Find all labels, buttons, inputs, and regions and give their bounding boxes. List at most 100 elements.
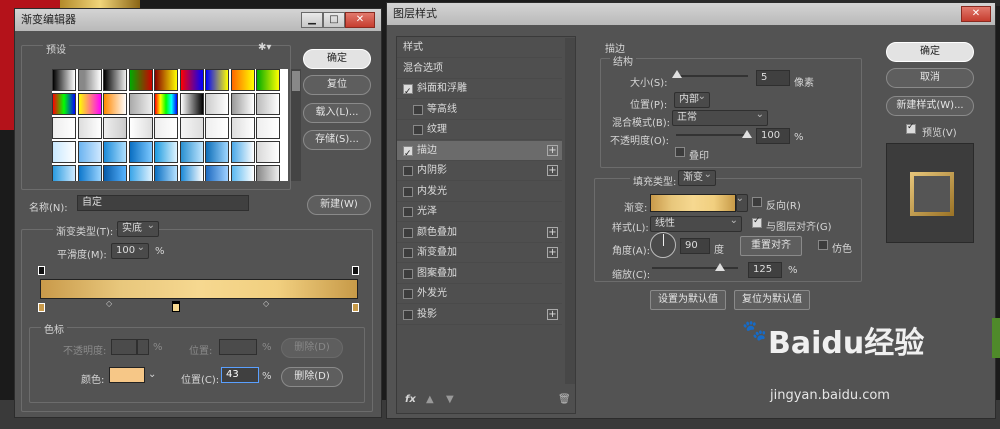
style-select[interactable]: 线性: [650, 214, 742, 232]
preset-swatch[interactable]: [103, 69, 127, 91]
angle-dial[interactable]: [650, 232, 676, 258]
preset-swatch[interactable]: [128, 93, 153, 115]
preset-swatch[interactable]: [230, 165, 255, 181]
preset-swatch[interactable]: [154, 165, 178, 181]
name-field[interactable]: 自定: [77, 195, 249, 211]
color-stop-right[interactable]: [352, 303, 359, 312]
new-button[interactable]: 新建(W): [307, 195, 371, 215]
preset-swatch[interactable]: [77, 69, 102, 91]
scroll-thumb[interactable]: [292, 71, 300, 91]
preset-swatch[interactable]: [77, 93, 102, 115]
preview-checkbox[interactable]: [906, 122, 916, 134]
preset-swatch[interactable]: [230, 93, 255, 115]
opacity-slider[interactable]: [676, 134, 748, 136]
preset-swatch[interactable]: [205, 69, 229, 91]
opacity-stop-right[interactable]: [352, 266, 359, 275]
style-checkbox[interactable]: [403, 248, 413, 258]
reset-align-button[interactable]: 重置对齐: [740, 236, 802, 256]
scale-slider-thumb[interactable]: [715, 263, 725, 271]
color-stop-left[interactable]: [38, 303, 45, 312]
ok-button[interactable]: 确定: [886, 42, 974, 62]
style-checkbox[interactable]: [403, 309, 413, 320]
style-checkbox[interactable]: [403, 186, 413, 197]
preset-swatch[interactable]: [256, 117, 280, 139]
blend-mode-select[interactable]: 正常: [672, 108, 768, 126]
trash-icon[interactable]: 🗑: [558, 394, 571, 405]
preset-swatch[interactable]: [256, 141, 280, 163]
size-slider-thumb[interactable]: [672, 70, 682, 78]
reverse-checkbox[interactable]: [752, 197, 762, 207]
preset-swatch[interactable]: [52, 69, 76, 91]
preset-swatches[interactable]: [52, 69, 288, 181]
plus-icon[interactable]: +: [547, 144, 558, 156]
opacity-slider-thumb[interactable]: [742, 130, 752, 138]
load-button[interactable]: 载入(L)...: [303, 103, 371, 123]
fx-icon[interactable]: fx: [405, 394, 416, 405]
preset-swatch[interactable]: [256, 93, 280, 115]
preset-swatch[interactable]: [256, 69, 280, 91]
smoothness-field[interactable]: 100: [111, 241, 149, 259]
preset-swatch[interactable]: [179, 141, 204, 163]
right-scroll-handle[interactable]: [992, 318, 1000, 358]
style-list-item[interactable]: 样式: [397, 38, 562, 58]
style-list-item[interactable]: 混合选项: [397, 59, 562, 79]
size-field[interactable]: 5: [756, 70, 790, 86]
preset-swatch[interactable]: [205, 93, 229, 115]
preset-swatch[interactable]: [230, 69, 255, 91]
style-list-item[interactable]: 描边 +: [397, 140, 562, 164]
preset-swatch[interactable]: [179, 93, 204, 115]
new-style-button[interactable]: 新建样式(W)...: [886, 96, 974, 116]
preset-swatch[interactable]: [154, 69, 178, 91]
gradient-preview[interactable]: [650, 194, 736, 212]
style-list-item[interactable]: 内阴影 +: [397, 161, 562, 181]
opacity-field[interactable]: 100: [756, 128, 790, 144]
preset-swatch[interactable]: [205, 117, 229, 139]
dither-checkbox[interactable]: [818, 240, 828, 250]
angle-field[interactable]: 90: [680, 238, 710, 254]
preset-swatch[interactable]: [52, 165, 76, 181]
color-swatch[interactable]: [109, 367, 145, 383]
close-button[interactable]: ✕: [345, 12, 375, 28]
plus-icon[interactable]: +: [547, 165, 558, 176]
save-button[interactable]: 存储(S)...: [303, 130, 371, 150]
gradient-bar[interactable]: [40, 279, 358, 299]
style-checkbox[interactable]: [403, 207, 413, 217]
style-list-item[interactable]: 等高线: [397, 100, 562, 120]
preset-swatch[interactable]: [77, 117, 102, 139]
style-list-item[interactable]: 纹理: [397, 120, 562, 140]
preset-swatch[interactable]: [128, 69, 153, 91]
style-checkbox[interactable]: [403, 82, 413, 102]
opacity-stop-left[interactable]: [38, 266, 45, 275]
preset-swatch[interactable]: [179, 165, 204, 181]
style-list-item[interactable]: 斜面和浮雕: [397, 79, 562, 102]
style-list-item[interactable]: 光泽: [397, 202, 562, 222]
preset-swatch[interactable]: [128, 117, 153, 139]
preset-swatch[interactable]: [103, 93, 127, 115]
plus-icon[interactable]: +: [547, 247, 558, 258]
make-default-button[interactable]: 设置为默认值: [650, 290, 726, 310]
preset-swatch[interactable]: [256, 165, 280, 181]
close-button[interactable]: ✕: [961, 6, 991, 22]
fill-type-select[interactable]: 渐变: [678, 168, 716, 186]
preset-swatch[interactable]: [154, 141, 178, 163]
style-list-item[interactable]: 外发光: [397, 284, 562, 304]
overprint-checkbox[interactable]: [675, 147, 685, 157]
preset-swatch[interactable]: [205, 141, 229, 163]
preset-swatch[interactable]: [154, 93, 178, 115]
preset-swatch[interactable]: [52, 93, 76, 115]
reset-default-button[interactable]: 复位为默认值: [734, 290, 810, 310]
preset-swatch[interactable]: [128, 141, 153, 163]
preset-swatch[interactable]: [230, 117, 255, 139]
preset-swatch[interactable]: [52, 117, 76, 139]
delete-button[interactable]: 删除(D): [281, 367, 343, 387]
scale-slider[interactable]: [652, 267, 738, 269]
style-list-item[interactable]: 图案叠加: [397, 264, 562, 284]
maximize-button[interactable]: □: [323, 12, 345, 28]
style-checkbox[interactable]: [403, 144, 413, 164]
gradient-dropdown[interactable]: [736, 192, 748, 212]
size-slider[interactable]: [676, 75, 748, 77]
preset-swatch[interactable]: [103, 165, 127, 181]
style-checkbox[interactable]: [403, 289, 413, 299]
arrow-down-icon[interactable]: ▼: [446, 394, 454, 405]
preset-swatch[interactable]: [103, 141, 127, 163]
